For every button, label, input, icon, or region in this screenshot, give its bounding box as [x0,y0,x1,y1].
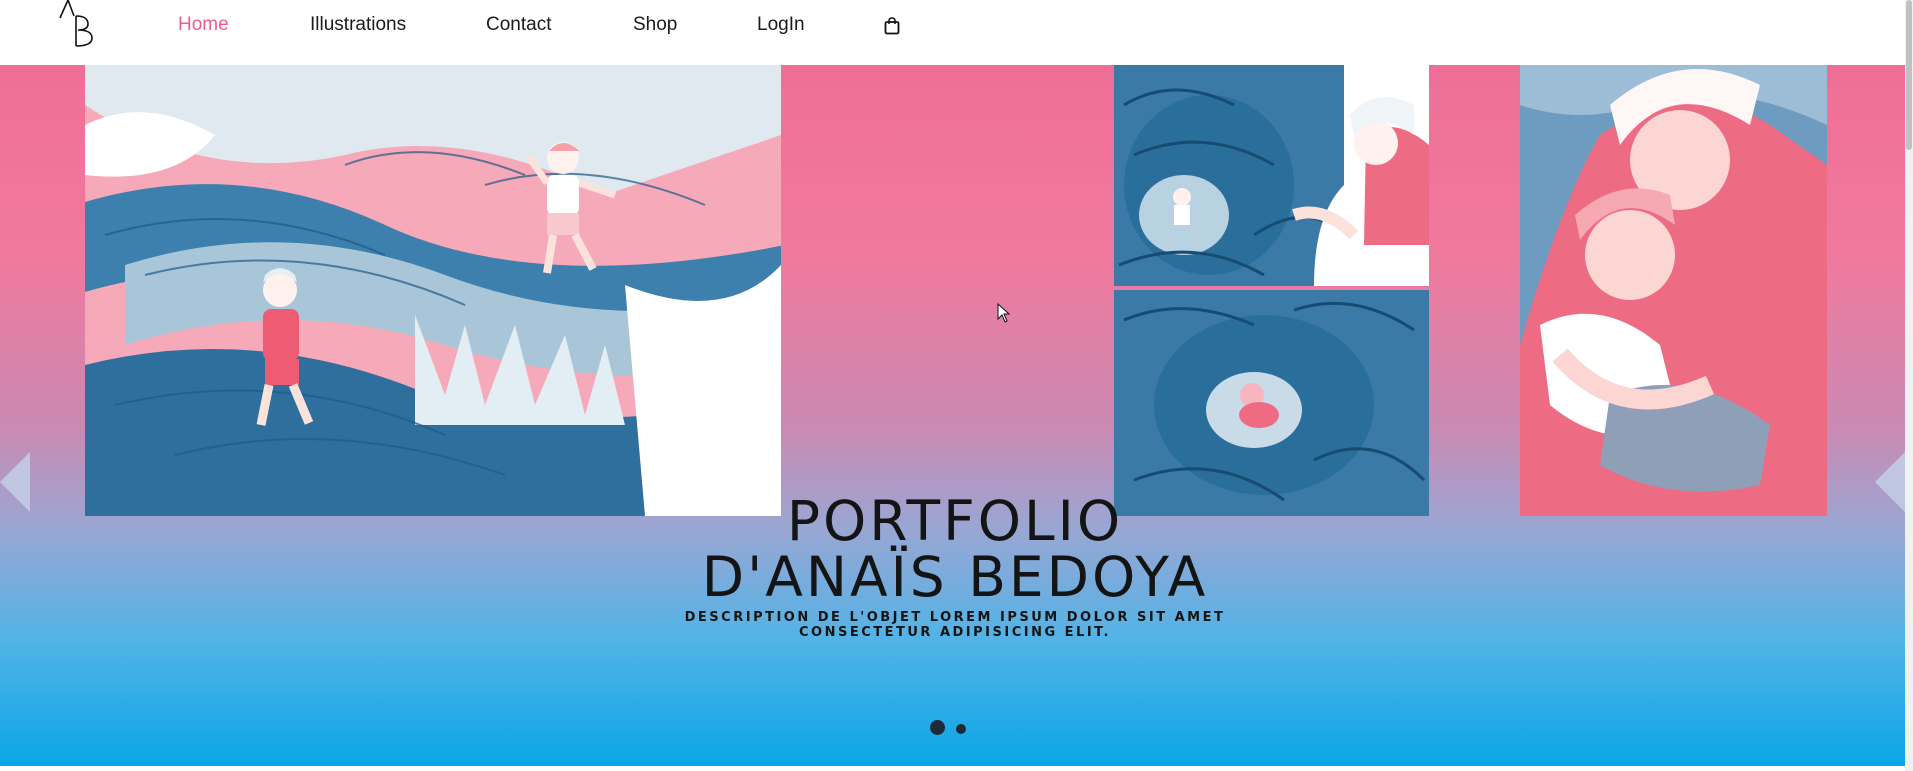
mouse-cursor-icon [997,303,1011,323]
nav-home[interactable]: Home [178,14,229,36]
hero-description: DESCRIPTION DE L'OBJET LOREM IPSUM DOLOR… [684,610,1226,640]
carousel-dot-1[interactable] [930,720,945,735]
nav-contact[interactable]: Contact [486,14,551,36]
illustration-hole-bottom [1114,290,1429,516]
nav-login[interactable]: LogIn [757,14,805,36]
bottom-strip [0,766,1905,771]
hero-title-line1: PORTFOLIO [786,489,1124,553]
scrollbar-thumb[interactable] [1906,0,1912,150]
chevron-left-icon[interactable] [0,452,30,512]
site-header: Home Illustrations Contact Shop LogIn [0,0,1913,65]
illustration-hug [1520,65,1827,516]
hero-carousel: PORTFOLIO D'ANAÏS BEDOYA DESCRIPTION DE … [0,65,1905,766]
logo[interactable] [58,0,102,48]
carousel-dot-2[interactable] [956,724,966,734]
hero-title: PORTFOLIO D'ANAÏS BEDOYA [640,493,1270,605]
nav-illustrations[interactable]: Illustrations [310,14,406,36]
illustration-hole-top [1114,65,1429,286]
nav-shop[interactable]: Shop [633,14,677,36]
chevron-right-icon[interactable] [1875,452,1905,512]
hero-title-line2: D'ANAÏS BEDOYA [701,545,1209,609]
illustration-forest-children [85,65,781,516]
shopping-bag-icon[interactable] [884,17,900,35]
